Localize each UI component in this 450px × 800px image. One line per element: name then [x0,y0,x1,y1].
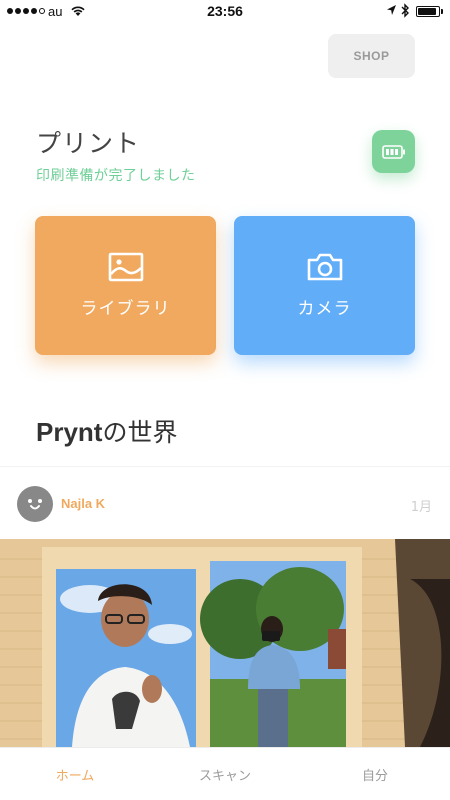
camera-icon [307,253,342,281]
tab-home[interactable]: ホーム [0,748,150,800]
world-brand: Prynt [36,417,103,447]
post-date: 1月 [410,500,432,515]
tab-scan[interactable]: スキャン [150,748,300,800]
battery-icon [381,144,405,159]
avatar[interactable] [17,486,53,522]
battery-tip [441,9,443,14]
post-author[interactable]: Najla K [61,496,105,511]
print-status: 印刷準備が完了しました [36,168,196,184]
clock: 23:56 [207,3,243,19]
bluetooth-icon [401,3,409,18]
tab-bar: ホーム スキャン 自分 [0,747,450,800]
camera-label: カメラ [297,299,352,319]
smiley-face-icon [28,499,42,510]
print-title: プリント [36,129,141,158]
post-photo[interactable] [0,539,450,747]
shop-button[interactable]: SHOP [328,34,415,78]
image-frame-icon [108,252,143,282]
section-divider [0,466,450,467]
world-title: Pryntの世界 [36,413,177,449]
world-suffix: の世界 [102,418,178,447]
status-bar: au 23:56 [0,0,450,24]
battery-icon [416,6,440,17]
location-arrow-icon [387,5,396,15]
tab-me[interactable]: 自分 [300,748,450,800]
library-label: ライブラリ [80,299,171,319]
library-button[interactable]: ライブラリ [35,216,216,355]
printer-battery-button[interactable] [372,130,415,173]
post-photo-image [0,539,450,747]
camera-button[interactable]: カメラ [234,216,415,355]
